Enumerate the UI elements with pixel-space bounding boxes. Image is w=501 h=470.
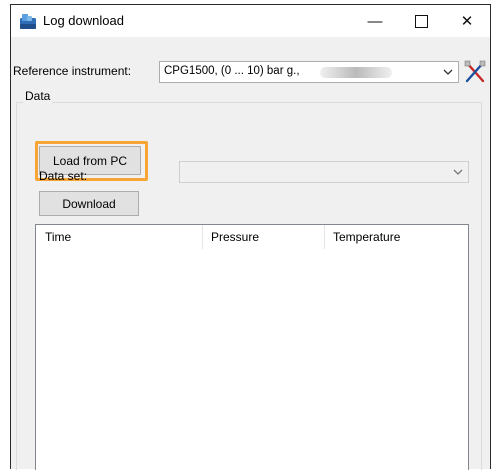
- minimize-button[interactable]: —: [352, 5, 398, 37]
- redacted-serial: [320, 67, 392, 78]
- column-header-pressure[interactable]: Pressure: [202, 225, 322, 249]
- instrument-tool-icon[interactable]: [463, 60, 487, 84]
- window-title: Log download: [43, 13, 124, 28]
- title-bar: Log download — ✕: [11, 5, 490, 37]
- log-data-table[interactable]: Time Pressure Temperature: [35, 224, 469, 470]
- chevron-down-icon: [453, 169, 463, 175]
- data-group-title: Data: [23, 89, 53, 103]
- column-header-temperature[interactable]: Temperature: [324, 225, 470, 249]
- maximize-icon: [414, 14, 428, 28]
- column-header-time[interactable]: Time: [36, 225, 202, 249]
- reference-instrument-select[interactable]: CPG1500, (0 ... 10) bar g.,: [159, 61, 459, 83]
- maximize-button[interactable]: [398, 5, 444, 37]
- log-download-window: Log download — ✕ Reference instrument: C…: [10, 4, 491, 470]
- dataset-label: Data set:: [39, 169, 88, 183]
- dataset-select[interactable]: [179, 161, 469, 183]
- reference-instrument-value: CPG1500, (0 ... 10) bar g.,: [164, 65, 300, 77]
- app-icon: [20, 14, 36, 29]
- close-icon: ✕: [460, 13, 474, 30]
- close-button[interactable]: ✕: [444, 5, 490, 37]
- chevron-down-icon: [443, 69, 453, 75]
- minimize-icon: —: [367, 12, 383, 30]
- reference-instrument-label: Reference instrument:: [13, 64, 132, 78]
- download-button[interactable]: Download: [39, 191, 139, 216]
